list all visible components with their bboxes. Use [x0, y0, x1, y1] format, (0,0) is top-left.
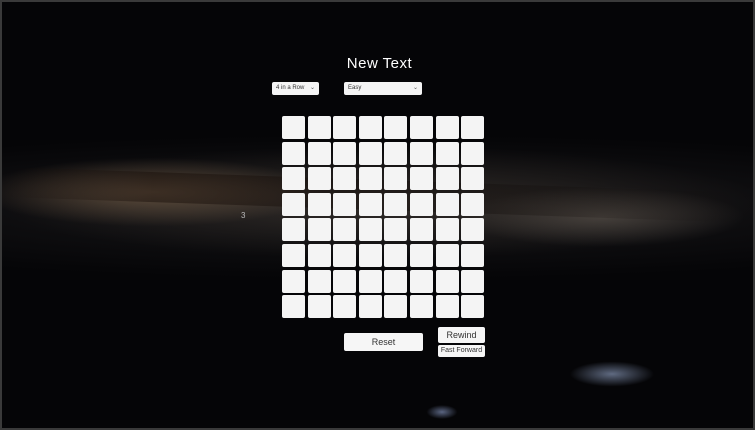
board-cell[interactable]: [282, 295, 305, 319]
board-cell[interactable]: [358, 192, 382, 216]
board-cell[interactable]: [435, 167, 459, 191]
difficulty-dropdown-value: Easy: [348, 85, 362, 91]
fast-forward-button[interactable]: Fast Forward: [438, 345, 485, 357]
board-cell[interactable]: [409, 269, 433, 293]
board-cell[interactable]: [461, 269, 485, 293]
board-cell[interactable]: [282, 269, 305, 293]
difficulty-dropdown[interactable]: Easy ⌄: [344, 82, 422, 95]
board-cell[interactable]: [384, 243, 408, 267]
board-cell[interactable]: [358, 218, 382, 242]
board-cell[interactable]: [333, 295, 357, 319]
board-cell[interactable]: [307, 116, 331, 139]
board-cell[interactable]: [384, 218, 408, 242]
board-cell[interactable]: [384, 116, 408, 139]
board-cell[interactable]: [384, 167, 408, 191]
side-label: 3: [241, 211, 246, 220]
chevron-down-icon: ⌄: [309, 85, 315, 91]
board-cell[interactable]: [333, 167, 357, 191]
board-cell[interactable]: [333, 218, 357, 242]
board-cell[interactable]: [333, 116, 357, 139]
board-cell[interactable]: [358, 141, 382, 165]
chevron-down-icon: ⌄: [412, 85, 418, 91]
board-cell[interactable]: [461, 192, 485, 216]
rewind-button[interactable]: Rewind: [438, 327, 485, 343]
board-cell[interactable]: [409, 141, 433, 165]
board-cell[interactable]: [435, 141, 459, 165]
board-cell[interactable]: [358, 116, 382, 139]
board-cell[interactable]: [384, 192, 408, 216]
board-cell[interactable]: [461, 243, 485, 267]
board-cell[interactable]: [333, 269, 357, 293]
board-cell[interactable]: [435, 269, 459, 293]
board-cell[interactable]: [409, 192, 433, 216]
board-cell[interactable]: [307, 243, 331, 267]
board-cell[interactable]: [461, 218, 485, 242]
game-board: [282, 116, 485, 319]
board-cell[interactable]: [282, 243, 305, 267]
board-cell[interactable]: [409, 295, 433, 319]
board-cell[interactable]: [461, 167, 485, 191]
board-cell[interactable]: [282, 167, 305, 191]
board-cell[interactable]: [461, 295, 485, 319]
mode-dropdown[interactable]: 4 in a Row ⌄: [272, 82, 319, 95]
board-cell[interactable]: [307, 141, 331, 165]
board-cell[interactable]: [282, 218, 305, 242]
board-cell[interactable]: [307, 218, 331, 242]
board-cell[interactable]: [409, 218, 433, 242]
board-cell[interactable]: [435, 192, 459, 216]
board-cell[interactable]: [358, 243, 382, 267]
board-cell[interactable]: [409, 167, 433, 191]
board-cell[interactable]: [409, 243, 433, 267]
board-cell[interactable]: [358, 167, 382, 191]
board-cell[interactable]: [307, 192, 331, 216]
board-cell[interactable]: [333, 192, 357, 216]
board-cell[interactable]: [384, 295, 408, 319]
board-cell[interactable]: [435, 218, 459, 242]
board-cell[interactable]: [435, 116, 459, 139]
board-cell[interactable]: [461, 141, 485, 165]
board-cell[interactable]: [435, 243, 459, 267]
board-cell[interactable]: [282, 141, 305, 165]
board-cell[interactable]: [435, 295, 459, 319]
mode-dropdown-value: 4 in a Row: [276, 85, 305, 91]
board-cell[interactable]: [409, 116, 433, 139]
board-cell[interactable]: [307, 167, 331, 191]
board-cell[interactable]: [307, 269, 331, 293]
board-cell[interactable]: [461, 116, 485, 139]
board-cell[interactable]: [358, 295, 382, 319]
game-screen: New Text 4 in a Row ⌄ Easy ⌄ 3 Reset Rew…: [0, 0, 755, 430]
board-cell[interactable]: [333, 243, 357, 267]
board-cell[interactable]: [358, 269, 382, 293]
page-title: New Text: [346, 55, 413, 72]
board-cell[interactable]: [333, 141, 357, 165]
board-cell[interactable]: [282, 192, 305, 216]
board-cell[interactable]: [384, 269, 408, 293]
board-cell[interactable]: [307, 295, 331, 319]
reset-button[interactable]: Reset: [344, 333, 423, 351]
board-cell[interactable]: [282, 116, 305, 139]
board-cell[interactable]: [384, 141, 408, 165]
